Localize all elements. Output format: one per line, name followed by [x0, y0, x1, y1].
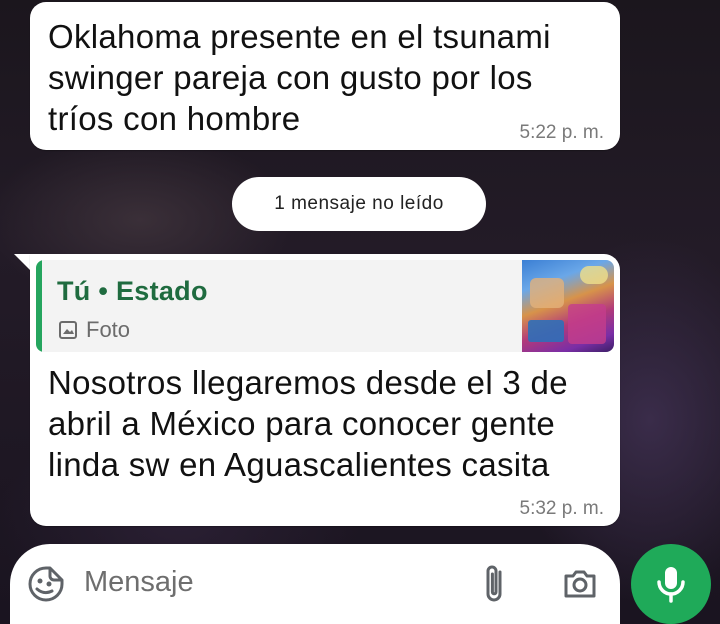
camera-icon[interactable] [560, 564, 600, 604]
message-input[interactable]: Mensaje [84, 566, 194, 599]
microphone-icon [657, 567, 685, 603]
microphone-button[interactable] [631, 544, 711, 624]
quoted-media-label: Foto [58, 317, 130, 343]
thumbnail-shape [530, 278, 564, 308]
message-text: Oklahoma presente en el tsunami swinger … [48, 18, 551, 137]
thumbnail-shape [580, 266, 608, 284]
quoted-media-type: Foto [86, 317, 131, 342]
unread-messages-banner: 1 mensaje no leído [232, 177, 486, 231]
thumbnail-shape [528, 320, 564, 342]
quote-accent-bar [36, 260, 42, 352]
sticker-icon[interactable] [26, 564, 66, 604]
message-composer[interactable]: Mensaje [10, 544, 620, 624]
message-text: Nosotros llegaremos desde el 3 de abril … [48, 364, 568, 483]
status-thumbnail[interactable] [522, 260, 614, 352]
paperclip-icon[interactable] [480, 562, 510, 606]
message-timestamp: 5:22 p. m. [519, 122, 605, 143]
thumbnail-shape [568, 304, 606, 344]
quoted-status[interactable]: Tú • Estado Foto [36, 260, 614, 352]
quoted-author: Tú • Estado [57, 276, 208, 306]
message-timestamp: 5:32 p. m. [519, 498, 605, 519]
message-bubble-incoming[interactable]: Oklahoma presente en el tsunami swinger … [30, 2, 620, 150]
message-bubble-incoming-reply[interactable]: Tú • Estado Foto Nosotros llegaremos des… [30, 254, 620, 526]
image-icon [59, 321, 77, 339]
